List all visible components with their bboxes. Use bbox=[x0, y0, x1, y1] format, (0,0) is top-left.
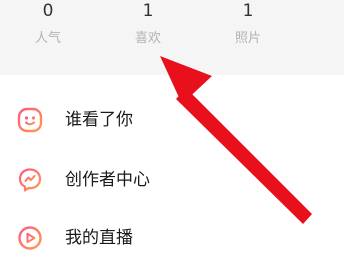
live-play-icon bbox=[18, 226, 42, 250]
stat-photos-count: 1 bbox=[242, 1, 254, 21]
menu-label-who-viewed-you: 谁看了你 bbox=[65, 110, 133, 130]
stat-likes-count: 1 bbox=[142, 1, 154, 21]
stat-popularity-count: 0 bbox=[42, 1, 54, 21]
profile-page: 0 人气 1 喜欢 1 照片 谁看了你 创作者中心 我的直播 bbox=[0, 0, 344, 275]
stat-popularity-label: 人气 bbox=[34, 31, 61, 46]
menu-label-my-live: 我的直播 bbox=[65, 228, 133, 248]
menu-item-who-viewed-you[interactable]: 谁看了你 bbox=[0, 95, 344, 145]
smiley-face-icon bbox=[17, 107, 43, 133]
stats-panel: 0 人气 1 喜欢 1 照片 bbox=[0, 0, 344, 75]
stat-photos-label: 照片 bbox=[234, 31, 261, 46]
menu-label-creator-center: 创作者中心 bbox=[65, 170, 150, 190]
menu-item-my-live[interactable]: 我的直播 bbox=[0, 213, 344, 263]
menu-item-creator-center[interactable]: 创作者中心 bbox=[0, 155, 344, 205]
stat-likes-label: 喜欢 bbox=[134, 31, 161, 46]
creator-center-icon bbox=[18, 168, 42, 192]
